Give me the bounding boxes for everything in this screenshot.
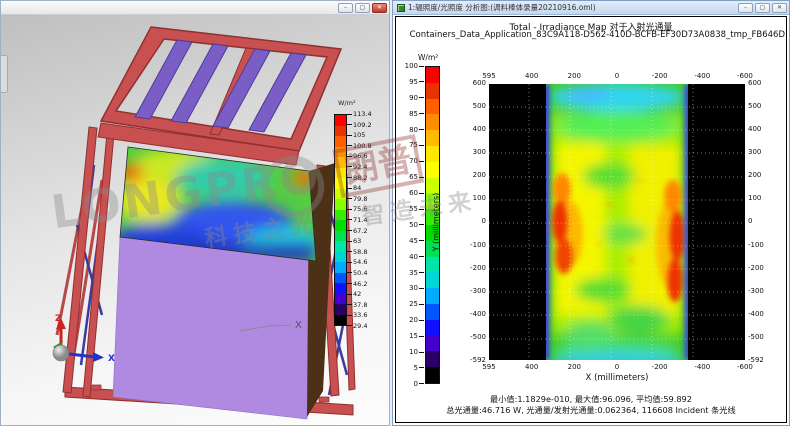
colorband: [335, 315, 346, 326]
minimize-button[interactable]: –: [338, 3, 353, 13]
pane-splitter-handle[interactable]: [1, 55, 8, 93]
colorband: [335, 189, 346, 200]
colorband: [335, 147, 346, 158]
colorband: [335, 231, 346, 242]
y-ticks-right: 6005004003002001000-100-200-300-400-500-…: [748, 79, 776, 365]
map-legend-labels: 1009590858075706560555045403530252015105…: [396, 62, 424, 388]
x-ticks-bottom: 5954002000-200-400-600: [475, 363, 759, 372]
colorband: [335, 126, 346, 137]
colorband: [335, 199, 346, 210]
close-button[interactable]: ✕: [372, 3, 387, 13]
model-viewport[interactable]: X Z X W/m² 113.: [1, 15, 389, 425]
colorband: [426, 130, 439, 146]
irradiance-window-title: 1:辐照度/光照度 分析图:(调料棒体录量20210916.oml): [408, 2, 738, 13]
y-axis-label: Y (millimeters): [432, 193, 441, 252]
colorband: [335, 157, 346, 168]
minimize-button[interactable]: –: [738, 3, 753, 13]
colorband: [426, 351, 439, 367]
colorband: [335, 220, 346, 231]
model-legend-labels: 113.4109.2105100.896.692.488.28479.875.6…: [347, 110, 372, 330]
model-view-titlebar[interactable]: – ▢ ✕: [1, 1, 389, 15]
irradiance-content: Total - Irradiance Map 对于入射光通量 Container…: [395, 16, 787, 423]
stats-line-2: 总光通量:46.716 W, 光通量/发射光通量:0.062364, 11660…: [396, 404, 786, 416]
colorband: [335, 168, 346, 179]
colorband: [426, 99, 439, 115]
irradiance-titlebar[interactable]: 1:辐照度/光照度 分析图:(调料棒体录量20210916.oml) – ▢ ✕: [393, 1, 789, 15]
colorband: [426, 257, 439, 273]
model-legend-colorbar: [334, 114, 347, 326]
model-legend: W/m² 113.4109.2105100.896.692.488.28479.…: [332, 99, 388, 110]
maximize-button[interactable]: ▢: [755, 3, 770, 13]
colorband: [426, 367, 439, 383]
triad-z-label: Z: [55, 314, 62, 324]
colorband: [426, 67, 439, 83]
colorband: [426, 83, 439, 99]
triad-x-label: X: [108, 354, 115, 364]
colorband: [335, 136, 346, 147]
irradiance-map-window: 1:辐照度/光照度 分析图:(调料棒体录量20210916.oml) – ▢ ✕…: [392, 0, 790, 426]
model-canvas: X Z X: [1, 15, 389, 423]
colorband: [426, 336, 439, 352]
x-annotation-label: X: [295, 320, 302, 331]
colorband: [335, 252, 346, 263]
colorband: [426, 320, 439, 336]
map-legend-unit: W/m²: [418, 53, 438, 62]
colorband: [335, 115, 346, 126]
irradiance-plot[interactable]: [489, 84, 745, 360]
maximize-button[interactable]: ▢: [355, 3, 370, 13]
irradiance-map-canvas: [489, 84, 745, 360]
target-box: [113, 237, 316, 419]
window-icon: [397, 4, 405, 12]
colorband: [426, 288, 439, 304]
colorband: [335, 294, 346, 305]
model-view-window: – ▢ ✕: [0, 0, 390, 426]
colorband: [335, 241, 346, 252]
colorband: [335, 273, 346, 284]
colorband: [426, 114, 439, 130]
colorband: [335, 283, 346, 294]
map-subtitle: Containers_Data_Application_83C9A118-D56…: [395, 30, 787, 40]
colorband: [426, 146, 439, 162]
colorband: [335, 262, 346, 273]
x-ticks-top: 5954002000-200-400-600: [475, 72, 759, 81]
top-frame: [98, 27, 341, 165]
colorband: [335, 210, 346, 221]
colorband: [426, 162, 439, 178]
colorband: [335, 178, 346, 189]
colorband: [335, 304, 346, 315]
colorband: [426, 304, 439, 320]
x-axis-label: X (millimeters): [489, 373, 745, 383]
y-ticks-left: 6005004003002001000-100-200-300-400-500-…: [458, 79, 486, 365]
close-button[interactable]: ✕: [772, 3, 787, 13]
colorband: [426, 178, 439, 194]
model-legend-unit: W/m²: [338, 99, 388, 107]
colorband: [426, 272, 439, 288]
